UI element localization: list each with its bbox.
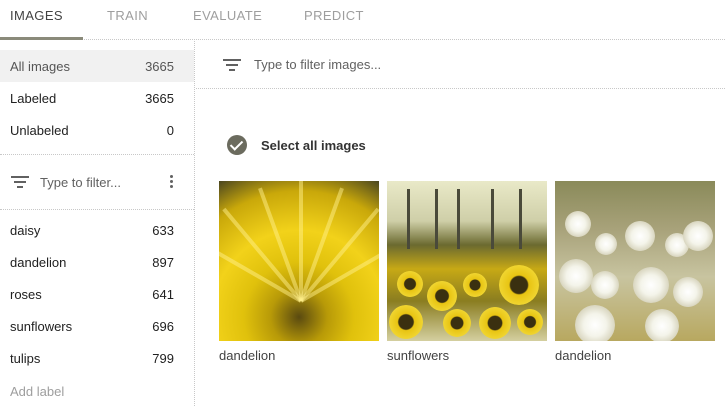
sidebar-item-count: 641	[152, 286, 174, 302]
sidebar: All images 3665 Labeled 3665 Unlabeled 0…	[0, 41, 195, 406]
label-filter-input[interactable]	[40, 174, 158, 190]
sidebar-item-count: 799	[152, 350, 174, 366]
filter-icon	[222, 58, 242, 72]
check-circle-icon	[227, 135, 247, 155]
sidebar-item-sunflowers[interactable]: sunflowers 696	[0, 310, 194, 342]
tab-bar: IMAGES TRAIN EVALUATE PREDICT	[0, 0, 725, 40]
sidebar-item-roses[interactable]: roses 641	[0, 278, 194, 310]
image-filter	[196, 41, 725, 89]
sidebar-item-daisy[interactable]: daisy 633	[0, 214, 194, 246]
sidebar-item-count: 3665	[145, 90, 174, 106]
add-label-link[interactable]: Add label	[10, 384, 64, 399]
select-all-images[interactable]: Select all images	[227, 135, 366, 155]
image-filter-input[interactable]	[254, 57, 554, 72]
filter-icon	[10, 175, 30, 189]
tab-evaluate[interactable]: EVALUATE	[193, 0, 262, 40]
image-card[interactable]: sunflowers	[387, 181, 547, 363]
sidebar-item-count: 897	[152, 254, 174, 270]
image-thumbnail	[555, 181, 715, 341]
sidebar-item-count: 0	[166, 122, 174, 138]
image-thumbnail	[387, 181, 547, 341]
image-card[interactable]: dandelion	[555, 181, 715, 363]
sidebar-item-label: Labeled	[10, 90, 57, 106]
tab-predict[interactable]: PREDICT	[304, 0, 364, 40]
image-card[interactable]: dandelion	[219, 181, 379, 363]
image-caption: dandelion	[219, 348, 276, 363]
sidebar-item-label: dandelion	[10, 254, 67, 270]
sidebar-divider	[0, 209, 194, 210]
image-caption: dandelion	[555, 348, 612, 363]
sidebar-item-all-images[interactable]: All images 3665	[0, 50, 194, 82]
sidebar-item-labeled[interactable]: Labeled 3665	[0, 82, 194, 114]
more-options-icon[interactable]	[170, 175, 174, 189]
sidebar-item-label: daisy	[10, 222, 41, 238]
select-all-label: Select all images	[261, 137, 366, 153]
sidebar-item-label: All images	[10, 58, 70, 74]
sidebar-divider	[0, 154, 194, 155]
sidebar-item-label: sunflowers	[10, 318, 73, 334]
sidebar-item-count: 3665	[145, 58, 174, 74]
image-thumbnail	[219, 181, 379, 341]
sidebar-item-tulips[interactable]: tulips 799	[0, 342, 194, 374]
sidebar-item-label: Unlabeled	[10, 122, 69, 138]
sidebar-item-dandelion[interactable]: dandelion 897	[0, 246, 194, 278]
active-tab-indicator	[0, 37, 83, 40]
sidebar-item-unlabeled[interactable]: Unlabeled 0	[0, 114, 194, 146]
sidebar-item-label: tulips	[10, 350, 41, 366]
image-caption: sunflowers	[387, 348, 450, 363]
tab-images[interactable]: IMAGES	[10, 0, 63, 40]
sidebar-item-count: 696	[152, 318, 174, 334]
tab-train[interactable]: TRAIN	[107, 0, 148, 40]
sidebar-item-count: 633	[152, 222, 174, 238]
label-filter	[0, 165, 194, 199]
sidebar-item-label: roses	[10, 286, 42, 302]
